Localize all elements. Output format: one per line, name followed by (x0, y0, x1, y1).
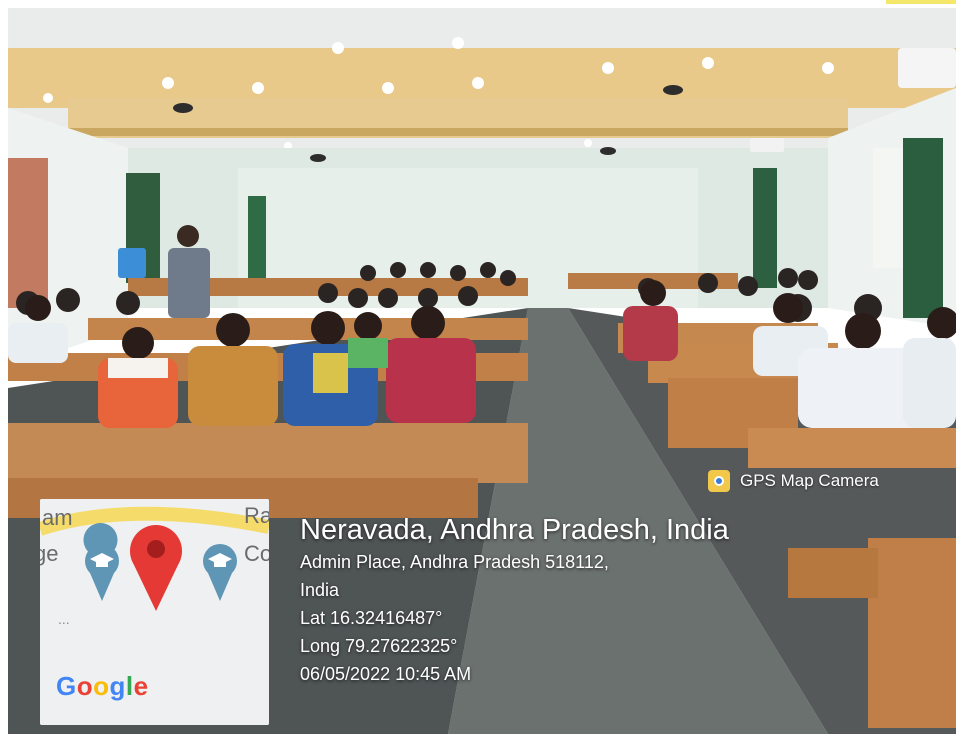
map-label-fragment: Co (244, 541, 269, 566)
google-logo-letter: g (109, 671, 126, 701)
google-logo-letter: e (133, 671, 149, 701)
google-logo-letter: o (93, 671, 110, 701)
address-line-2: India (300, 580, 340, 600)
google-logo: Google (56, 671, 149, 702)
photo-frame: GPS Map Camera am ge Ra Co ... Google Ne… (0, 0, 956, 734)
highlight-mark (886, 0, 956, 4)
google-logo-letter: o (76, 671, 94, 701)
map-label-fragment: ... (58, 611, 70, 627)
gps-map-camera-text: GPS Map Camera (740, 471, 879, 490)
cropped-text-strip (0, 0, 956, 8)
address-line-1: Admin Place, Andhra Pradesh 518112, (300, 552, 609, 572)
longitude: Long 79.27622325° (300, 636, 458, 656)
place-title: Neravada, Andhra Pradesh, India (300, 514, 729, 546)
map-label-fragment: am (42, 505, 73, 530)
google-logo-letter: l (125, 671, 134, 701)
latitude: Lat 16.32416487° (300, 608, 443, 628)
location-info: Neravada, Andhra Pradesh, India Admin Pl… (300, 512, 729, 688)
map-label-fragment: ge (40, 541, 59, 566)
google-logo-letter: G (56, 671, 77, 701)
gps-map-camera-icon (708, 470, 730, 492)
timestamp: 06/05/2022 10:45 AM (300, 664, 472, 684)
gps-map-camera-label: GPS Map Camera (708, 470, 879, 492)
map-label-fragment: Ra (244, 503, 269, 528)
map-thumbnail[interactable]: am ge Ra Co ... Google (40, 499, 269, 725)
